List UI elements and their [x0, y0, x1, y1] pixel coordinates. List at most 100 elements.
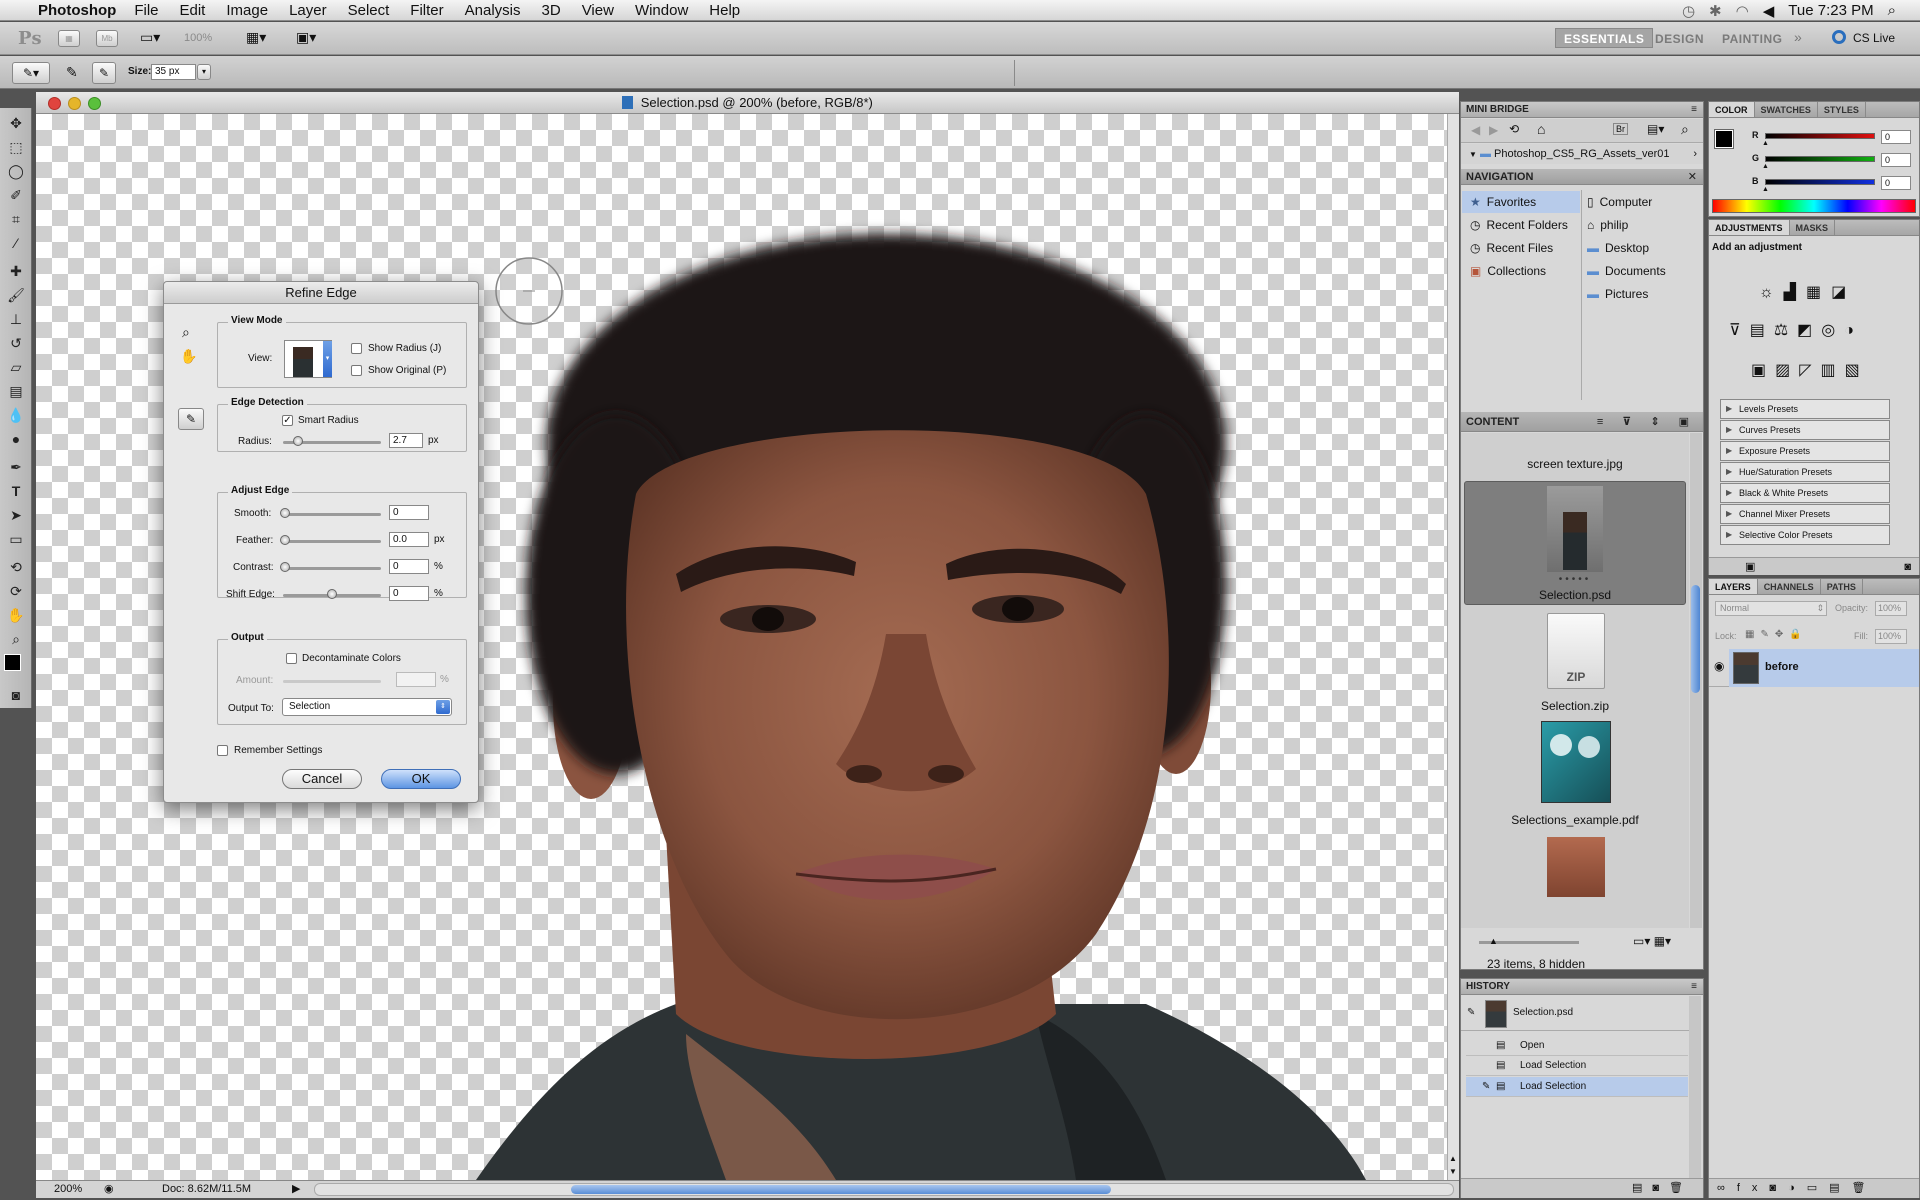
tab-styles[interactable]: STYLES	[1818, 102, 1866, 117]
crop-tool-icon[interactable]: ⌗	[6, 210, 26, 228]
color-spectrum-ramp[interactable]	[1712, 199, 1916, 213]
history-brush-source-icon[interactable]: ✎	[1467, 1007, 1475, 1018]
opacity-field[interactable]: 100%	[1875, 601, 1907, 616]
nav-pictures[interactable]: ▬ Pictures	[1587, 283, 1648, 305]
file-selected-selection-psd[interactable]: ••••• Selection.psd	[1464, 481, 1686, 605]
output-to-select[interactable]: Selection ⇕	[282, 698, 452, 716]
back-arrow-icon[interactable]: ◀	[1471, 123, 1480, 137]
scroll-down-arrow-icon[interactable]: ▼	[1449, 1167, 1457, 1176]
foreground-color-swatch[interactable]	[4, 654, 21, 671]
nav-philip[interactable]: ⌂ philip	[1587, 214, 1628, 236]
3d-orbit-tool-icon[interactable]: ⟳	[6, 582, 26, 600]
new-layer-icon[interactable]: ▤	[1829, 1182, 1851, 1194]
cs-live-menu[interactable]: CS Live	[1853, 31, 1895, 45]
hand-tool-icon[interactable]: ✋	[6, 606, 26, 624]
nav-recent-files[interactable]: ◷ Recent Files	[1462, 237, 1580, 259]
tab-paths[interactable]: PATHS	[1821, 579, 1863, 594]
status-info-icon[interactable]: ◉	[104, 1182, 114, 1195]
screen-mode-icon[interactable]: ▣▾	[296, 29, 316, 46]
history-brush-tool-icon[interactable]: ↺	[6, 334, 26, 352]
size-dropdown-icon[interactable]: ▾	[197, 64, 211, 80]
show-radius-checkbox[interactable]	[351, 343, 362, 354]
pen-tool-icon[interactable]: ✒	[6, 458, 26, 476]
menu-3d[interactable]: 3D	[542, 2, 561, 19]
tab-adjustments[interactable]: ADJUSTMENTS	[1709, 220, 1790, 235]
smooth-slider-knob[interactable]	[280, 508, 290, 518]
scroll-up-arrow-icon[interactable]: ▲	[1449, 1154, 1457, 1163]
channel-slider[interactable]	[1765, 133, 1875, 139]
adjustment-icons-row-3[interactable]: ▣▨◸▥▧	[1751, 360, 1869, 380]
horizontal-scroll-thumb[interactable]	[571, 1185, 1111, 1194]
zoom-level[interactable]: 100%	[184, 32, 212, 44]
feather-slider-knob[interactable]	[280, 535, 290, 545]
preset-item[interactable]: Hue/Saturation Presets	[1720, 462, 1890, 482]
feather-field[interactable]: 0.0	[389, 532, 429, 547]
channel-value-field[interactable]: 0	[1881, 153, 1911, 167]
contrast-field[interactable]: 0	[389, 559, 429, 574]
preset-item[interactable]: Exposure Presets	[1720, 441, 1890, 461]
recent-items-icon[interactable]: ⟲	[1509, 122, 1519, 136]
view-options-icon[interactable]: ▭▾ ▦▾	[1633, 934, 1671, 948]
remember-settings-checkbox[interactable]	[217, 745, 228, 756]
building-thumbnail[interactable]	[1547, 837, 1605, 897]
radius-slider-knob[interactable]	[292, 436, 303, 446]
more-workspaces-icon[interactable]: »	[1794, 29, 1802, 45]
refine-radius-tool-icon[interactable]: ✎	[178, 408, 204, 430]
panel-menu-icon[interactable]: ≡	[1691, 102, 1697, 118]
blend-mode-select[interactable]: Normal ⇕	[1715, 601, 1827, 616]
layer-visibility-eye-icon[interactable]: ◉	[1714, 659, 1724, 673]
quick-mask-icon[interactable]: ◙	[6, 686, 26, 704]
view-extras-icon[interactable]: ▭▾	[140, 29, 160, 46]
nav-desktop[interactable]: ▬ Desktop	[1587, 237, 1649, 259]
smooth-slider[interactable]	[280, 508, 381, 518]
decontaminate-colors-checkbox[interactable]	[286, 653, 297, 664]
time-machine-icon[interactable]: ◷	[1682, 2, 1695, 20]
app-menu[interactable]: Photoshop	[38, 2, 116, 19]
lasso-tool-icon[interactable]: ◯	[6, 162, 26, 180]
shift-edge-field[interactable]: 0	[389, 586, 429, 601]
amount-slider[interactable]	[283, 680, 381, 683]
smooth-field[interactable]: 0	[389, 505, 429, 520]
add-mask-icon[interactable]: ◙	[1769, 1182, 1788, 1194]
minimize-window-icon[interactable]	[68, 97, 81, 110]
history-step-load-selection-2[interactable]: ✎ ▤ Load Selection	[1466, 1077, 1688, 1097]
content-toolbar-icons[interactable]: ≡ ⊽ ⇕ ▣	[1597, 412, 1697, 432]
nav-collections[interactable]: ▣ Collections	[1462, 260, 1580, 282]
preset-item[interactable]: Curves Presets	[1720, 420, 1890, 440]
tab-color[interactable]: COLOR	[1709, 102, 1755, 117]
smart-radius-checkbox[interactable]: ✓	[282, 415, 293, 426]
view-mode-thumbnail[interactable]: ▾	[284, 340, 332, 378]
new-group-icon[interactable]: ▭	[1807, 1182, 1829, 1194]
workspace-design[interactable]: DESIGN	[1655, 32, 1704, 46]
erase-refinements-icon[interactable]: ✎	[92, 62, 116, 84]
delete-layer-icon[interactable]: 🗑	[1852, 1182, 1878, 1194]
menu-view[interactable]: View	[582, 2, 614, 19]
status-menu-arrow-icon[interactable]: ▶	[292, 1182, 300, 1195]
close-navigation-icon[interactable]: ✕	[1688, 169, 1697, 185]
blur-tool-icon[interactable]: 💧	[6, 406, 26, 424]
channel-value-field[interactable]: 0	[1881, 176, 1911, 190]
feather-slider[interactable]	[280, 535, 381, 545]
path-expand-icon[interactable]: ▼	[1469, 150, 1477, 159]
tab-masks[interactable]: MASKS	[1790, 220, 1836, 235]
preset-item[interactable]: Black & White Presets	[1720, 483, 1890, 503]
tab-layers[interactable]: LAYERS	[1709, 579, 1758, 594]
healing-brush-tool-icon[interactable]: ✚	[6, 262, 26, 280]
contrast-slider[interactable]	[280, 562, 381, 572]
clone-stamp-tool-icon[interactable]: ⊥	[6, 310, 26, 328]
clip-to-layer-icon[interactable]: ◙	[1904, 558, 1911, 576]
3d-rotate-tool-icon[interactable]: ⟲	[6, 558, 26, 576]
wifi-icon[interactable]: ◠	[1736, 2, 1749, 20]
forward-arrow-icon[interactable]: ▶	[1489, 123, 1498, 137]
go-to-bridge-icon[interactable]: Br	[1613, 123, 1628, 135]
selections-example-thumbnail[interactable]	[1541, 721, 1611, 803]
history-step-open[interactable]: ▤ Open	[1466, 1036, 1688, 1056]
content-scrollbar[interactable]	[1690, 433, 1702, 928]
channel-slider-knob[interactable]: ▲	[1762, 163, 1769, 170]
volume-icon[interactable]: ◀	[1763, 2, 1775, 20]
hand-tool-icon[interactable]: ✋	[180, 348, 197, 365]
content-list[interactable]: screen texture.jpg ••••• Selection.psd Z…	[1461, 433, 1689, 928]
rating-dots[interactable]: •••••	[1547, 574, 1603, 585]
shift-edge-slider[interactable]	[283, 589, 381, 599]
menu-layer[interactable]: Layer	[289, 2, 327, 19]
